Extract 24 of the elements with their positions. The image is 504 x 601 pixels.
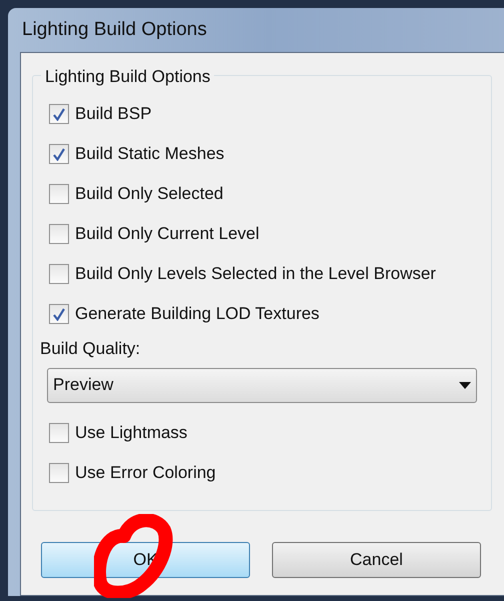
check-icon [53,308,65,320]
checkbox[interactable] [49,422,69,442]
window-title: Lighting Build Options [22,18,207,42]
dialog-button[interactable]: Cancel [272,542,481,578]
checkbox[interactable] [49,184,69,204]
checkbox[interactable] [49,264,69,284]
checkbox[interactable] [49,104,69,124]
dropdown-arrow-icon [459,382,471,388]
checkbox-label: Build Only Levels Selected in the Level Browser [75,263,436,286]
check-icon [53,148,65,160]
checkbox-label: Generate Building LOD Textures [75,303,320,326]
checkbox-label: Build Static Meshes [75,143,224,166]
quality-dropdown[interactable]: Preview [47,368,477,402]
checkbox-label: Use Error Coloring [75,462,216,484]
build-quality-label: Build Quality: [40,338,142,360]
checkbox-label: Use Lightmass [75,422,188,444]
checkbox[interactable] [49,304,69,324]
checkbox-label: Build Only Selected [75,183,224,206]
checkbox[interactable] [49,462,69,482]
checkbox[interactable] [49,144,69,164]
check-icon [53,108,65,120]
checkbox[interactable] [49,224,69,244]
checkbox-label: Build Only Current Level [75,223,260,246]
checkbox-label: Build BSP [75,103,152,126]
